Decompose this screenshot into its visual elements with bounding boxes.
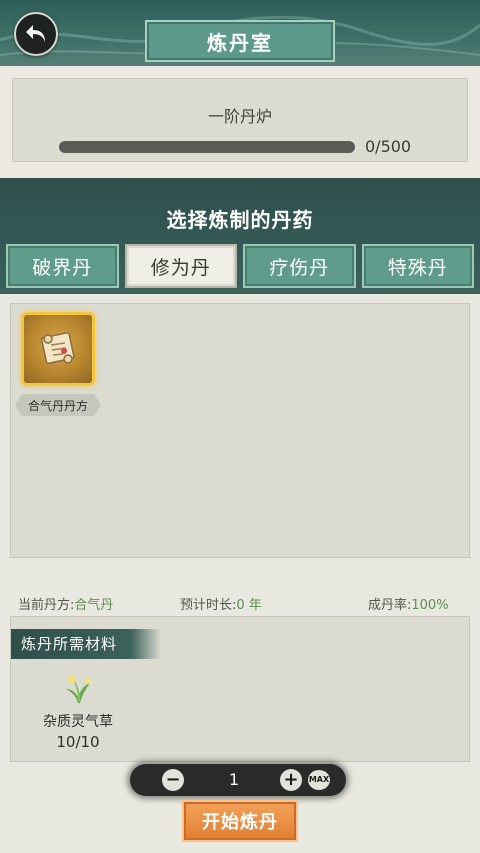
material-name: 杂质灵气草 — [43, 714, 113, 730]
herb-icon — [60, 671, 96, 707]
recipe-icon-frame[interactable] — [21, 312, 95, 386]
quantity-value: 1 — [228, 770, 240, 789]
recipe-list: 合气丹丹方 — [10, 303, 470, 558]
recipe-card[interactable]: 合气丹丹方 — [15, 310, 101, 422]
tab-breakthrough-pill[interactable]: 破界丹 — [6, 244, 119, 288]
furnace-panel: 一阶丹炉 0/500 — [12, 78, 468, 162]
furnace-section: 一阶丹炉 0/500 — [0, 66, 480, 178]
start-alchemy-button[interactable]: 开始炼丹 — [182, 800, 298, 842]
duration-value: 0 年 — [236, 598, 262, 613]
quantity-max-button[interactable]: MAX — [308, 770, 330, 790]
page-title: 炼丹室 — [145, 20, 335, 62]
duration-info: 预计时长:0 年 — [180, 594, 262, 613]
materials-panel: 炼丹所需材料 杂质灵气草 10/10 — [10, 616, 470, 762]
furnace-progress-bar — [59, 141, 355, 153]
current-recipe-label: 当前丹方: — [18, 598, 75, 613]
tab-special-pill[interactable]: 特殊丹 — [361, 244, 474, 288]
pill-category-tabs: 破界丹 修为丹 疗伤丹 特殊丹 — [6, 244, 474, 288]
quantity-stepper: − 1 + MAX — [130, 764, 346, 796]
material-count: 10/10 — [56, 733, 100, 751]
quantity-decrease-button[interactable]: − — [162, 769, 184, 791]
tab-cultivation-pill[interactable]: 修为丹 — [124, 244, 237, 288]
recipe-name: 合气丹丹方 — [15, 394, 101, 416]
select-pill-banner: 选择炼制的丹药 破界丹 修为丹 疗伤丹 特殊丹 — [0, 178, 480, 294]
select-pill-title: 选择炼制的丹药 — [166, 208, 314, 232]
back-arrow-icon — [26, 25, 45, 42]
tab-healing-pill[interactable]: 疗伤丹 — [243, 244, 356, 288]
furnace-name: 一阶丹炉 — [207, 107, 272, 126]
quantity-increase-button[interactable]: + — [280, 769, 302, 791]
scroll-icon — [41, 332, 75, 365]
recipe-info-row: 当前丹方:合气丹 预计时长:0 年 成丹率:100% — [18, 594, 462, 614]
duration-label: 预计时长: — [180, 598, 237, 613]
success-rate-value: 100% — [411, 598, 449, 613]
current-recipe-value: 合气丹 — [74, 598, 114, 613]
material-item[interactable]: 杂质灵气草 10/10 — [33, 671, 123, 751]
current-recipe-info: 当前丹方:合气丹 — [18, 594, 113, 613]
success-rate-info: 成丹率:100% — [368, 594, 449, 613]
back-button[interactable] — [14, 12, 58, 56]
furnace-progress-text: 0/500 — [365, 137, 412, 156]
success-rate-label: 成丹率: — [368, 598, 412, 613]
materials-header: 炼丹所需材料 — [11, 629, 161, 659]
